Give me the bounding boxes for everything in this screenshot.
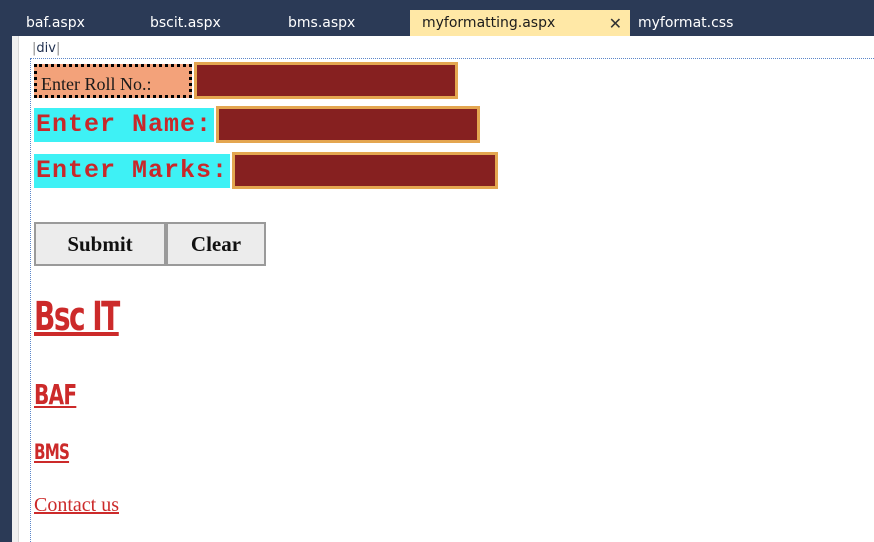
link-baf[interactable]: BAF [34, 378, 77, 411]
marks-label: Enter Marks: [34, 153, 231, 188]
roll-row: Enter Roll No.: [34, 62, 458, 99]
tab-bms-aspx[interactable]: bms.aspx [280, 10, 410, 36]
window-frame-left [0, 36, 12, 542]
name-row: Enter Name: [34, 106, 481, 143]
design-surface[interactable]: |div| Enter Roll No.: Enter Name: Enter … [12, 36, 874, 542]
marks-row: Enter Marks: [34, 152, 499, 189]
div-outline-left [30, 58, 31, 542]
tab-baf-aspx[interactable]: baf.aspx [18, 10, 142, 36]
close-icon[interactable]: ✕ [609, 14, 622, 33]
marks-input[interactable] [232, 152, 499, 189]
tab-myformat-css[interactable]: myformat.css [630, 10, 800, 36]
name-label: Enter Name: [34, 107, 215, 142]
clear-button[interactable]: Clear [166, 222, 266, 266]
tab-label: myformatting.aspx [422, 15, 556, 31]
editor-gutter [12, 36, 19, 542]
tab-label: myformat.css [638, 15, 734, 31]
link-contact-us[interactable]: Contact us [34, 494, 119, 517]
tab-label: bms.aspx [288, 15, 356, 31]
roll-label: Enter Roll No.: [34, 63, 192, 98]
tab-label: bscit.aspx [150, 15, 221, 31]
roll-input[interactable] [194, 62, 458, 99]
link-bsc-it[interactable]: Bsc IT [34, 294, 120, 340]
button-row: Submit Clear [34, 222, 266, 266]
div-outline-top [30, 58, 874, 59]
submit-button[interactable]: Submit [34, 222, 166, 266]
tab-list: baf.aspx bscit.aspx bms.aspx myformattin… [18, 10, 800, 36]
link-bms[interactable]: BMS [34, 440, 70, 464]
element-tag-label[interactable]: |div| [32, 41, 60, 56]
tab-bscit-aspx[interactable]: bscit.aspx [142, 10, 280, 36]
tab-myformatting-aspx[interactable]: myformatting.aspx ✕ [410, 10, 630, 36]
tab-label: baf.aspx [26, 15, 85, 31]
name-input[interactable] [216, 106, 481, 143]
document-tab-bar: baf.aspx bscit.aspx bms.aspx myformattin… [0, 0, 874, 36]
